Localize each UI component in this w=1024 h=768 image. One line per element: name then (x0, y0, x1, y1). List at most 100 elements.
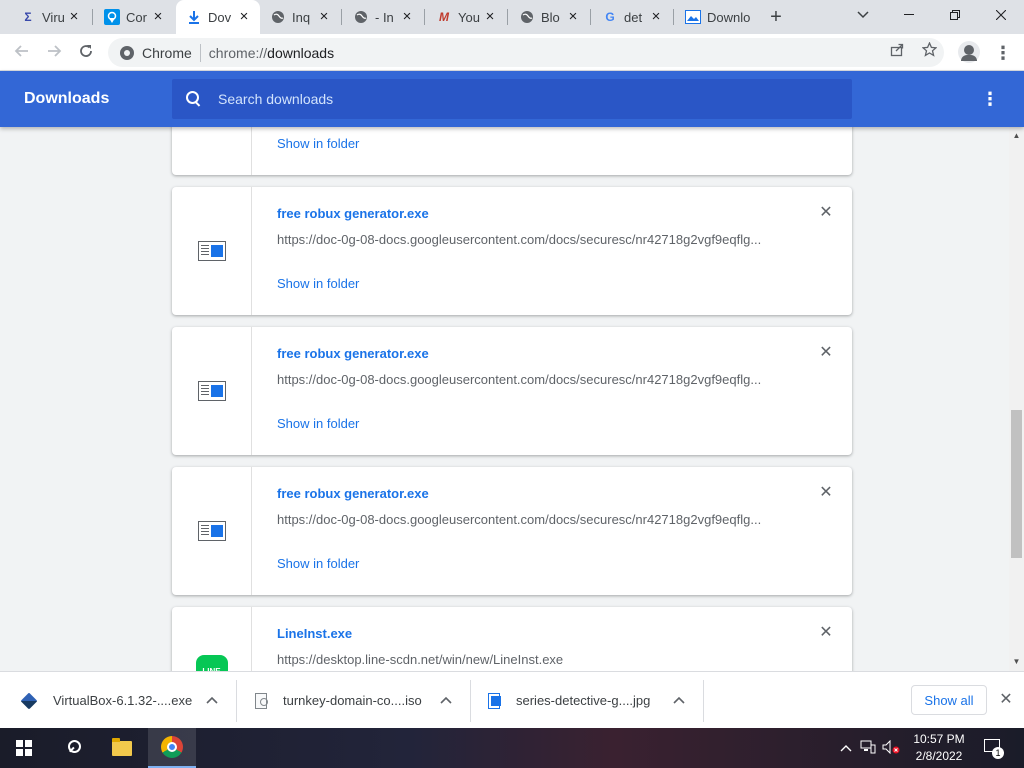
tab-title: Downlo (707, 9, 751, 25)
system-tray (838, 728, 900, 768)
clock-time: 10:57 PM (913, 732, 965, 746)
address-bar[interactable]: Chrome chrome://downloads (108, 38, 944, 67)
close-icon[interactable]: × (66, 9, 82, 25)
notification-count-badge: 1 (992, 747, 1004, 759)
tab-strip: Σ Viru × Cor × Dov × Inq × - In × M You … (0, 0, 1024, 34)
share-icon[interactable] (886, 38, 908, 67)
download-shelf: VirtualBox-6.1.32-....exe turnkey-domain… (0, 671, 1024, 728)
tab-search-chevron-icon[interactable] (840, 0, 886, 30)
taskbar-search-button[interactable] (48, 728, 96, 768)
virtualbox-icon (20, 692, 38, 709)
show-in-folder-link[interactable]: Show in folder (277, 276, 359, 291)
close-icon[interactable]: × (236, 9, 252, 25)
back-button[interactable] (11, 42, 33, 64)
chrome-taskbar-button[interactable] (148, 728, 196, 768)
source-url-link[interactable]: https://doc-0g-08-docs.googleusercontent… (277, 512, 777, 527)
shelf-item-name: turnkey-domain-co....iso (283, 693, 422, 708)
close-icon[interactable]: × (316, 9, 332, 25)
shelf-item-name: series-detective-g....jpg (516, 693, 651, 708)
forward-button[interactable] (43, 42, 65, 64)
notification-center-icon[interactable]: 1 (982, 737, 1004, 759)
reload-button[interactable] (75, 42, 97, 64)
downloads-header: Downloads ⋮ (0, 71, 1024, 127)
file-name-link[interactable]: free robux generator.exe (277, 346, 429, 361)
close-icon[interactable]: × (565, 9, 581, 25)
show-in-folder-link[interactable]: Show in folder (277, 136, 359, 151)
system-clock[interactable]: 10:57 PM 2/8/2022 (906, 731, 972, 765)
tab-5[interactable]: - In × (343, 0, 423, 34)
vertical-scrollbar[interactable]: ▲ ▼ (1009, 127, 1024, 671)
tab-7[interactable]: Blo × (509, 0, 589, 34)
file-explorer-button[interactable] (98, 728, 146, 768)
tab-4[interactable]: Inq × (260, 0, 340, 34)
windows-logo-icon (16, 740, 32, 756)
bookmark-star-icon[interactable] (918, 38, 940, 67)
new-tab-button[interactable]: + (766, 7, 786, 27)
source-url-link[interactable]: https://doc-0g-08-docs.googleusercontent… (277, 232, 777, 247)
location-icon (104, 9, 120, 25)
shelf-item[interactable]: turnkey-domain-co....iso (255, 672, 467, 729)
tab-title: You (458, 9, 480, 25)
file-icon (197, 241, 226, 261)
shelf-item[interactable]: series-detective-g....jpg (488, 672, 700, 729)
line-icon: LINE (195, 655, 228, 671)
start-button[interactable] (0, 728, 48, 768)
omnibox-divider (199, 43, 201, 62)
file-name-link[interactable]: LineInst.exe (277, 626, 352, 641)
minimize-button[interactable] (886, 0, 932, 30)
tab-8[interactable]: G det × (592, 0, 672, 34)
tab-9[interactable]: Downlo (675, 0, 755, 34)
search-input[interactable] (218, 91, 818, 107)
site-info-icon[interactable] (120, 45, 134, 60)
tab-1[interactable]: Σ Viru × (10, 0, 90, 34)
remove-close-icon[interactable]: ✕ (816, 625, 836, 641)
close-icon[interactable]: × (399, 9, 415, 25)
chevron-up-icon[interactable] (205, 693, 219, 707)
globe-icon (270, 9, 286, 25)
tab-3-active[interactable]: Dov × (176, 0, 260, 34)
url-text[interactable]: chrome://downloads (209, 45, 334, 61)
close-icon[interactable]: × (150, 9, 166, 25)
search-bar[interactable] (172, 79, 852, 119)
shelf-item[interactable]: VirtualBox-6.1.32-....exe (20, 672, 233, 729)
browser-toolbar: Chrome chrome://downloads ⋮ (0, 34, 1024, 71)
close-window-button[interactable] (978, 0, 1024, 30)
volume-muted-icon[interactable] (882, 739, 900, 757)
restore-button[interactable] (932, 0, 978, 30)
tab-divider (341, 9, 342, 25)
scroll-up-arrow-icon[interactable]: ▲ (1009, 129, 1024, 143)
chevron-up-icon[interactable] (439, 693, 453, 707)
shelf-divider (470, 680, 471, 722)
remove-close-icon[interactable]: ✕ (816, 205, 836, 221)
file-name-link[interactable]: free robux generator.exe (277, 206, 429, 221)
source-url-link[interactable]: https://desktop.line-scdn.net/win/new/Li… (277, 652, 777, 667)
tab-2[interactable]: Cor × (94, 0, 174, 34)
show-in-folder-link[interactable]: Show in folder (277, 556, 359, 571)
remove-close-icon[interactable]: ✕ (816, 485, 836, 501)
download-item: free robux generator.exe https://doc-0g-… (172, 327, 852, 455)
source-url-link[interactable]: https://doc-0g-08-docs.googleusercontent… (277, 372, 777, 387)
chevron-up-icon[interactable] (838, 741, 854, 755)
chevron-up-icon[interactable] (672, 693, 686, 707)
close-icon[interactable]: × (648, 9, 664, 25)
network-icon[interactable] (860, 740, 876, 757)
close-shelf-icon[interactable]: ✕ (998, 691, 1014, 709)
url-scheme: chrome:// (208, 44, 268, 61)
file-icon-column: LINE (172, 607, 252, 671)
file-name-link[interactable]: free robux generator.exe (277, 486, 429, 501)
remove-close-icon[interactable]: ✕ (816, 345, 836, 361)
file-icon-column (172, 467, 252, 595)
m-icon: M (439, 10, 449, 24)
close-icon[interactable]: × (482, 9, 498, 25)
url-path: downloads (267, 44, 335, 61)
browser-menu-icon[interactable]: ⋮ (994, 42, 1012, 64)
tab-6[interactable]: M You × (426, 0, 506, 34)
scroll-down-arrow-icon[interactable]: ▼ (1009, 655, 1024, 669)
show-in-folder-link[interactable]: Show in folder (277, 416, 359, 431)
profile-avatar-icon[interactable] (958, 41, 980, 63)
shelf-divider (236, 680, 237, 722)
file-icon (197, 521, 226, 541)
more-actions-icon[interactable]: ⋮ (980, 88, 1000, 110)
show-all-button[interactable]: Show all (911, 685, 987, 715)
scrollbar-thumb[interactable] (1011, 410, 1022, 558)
